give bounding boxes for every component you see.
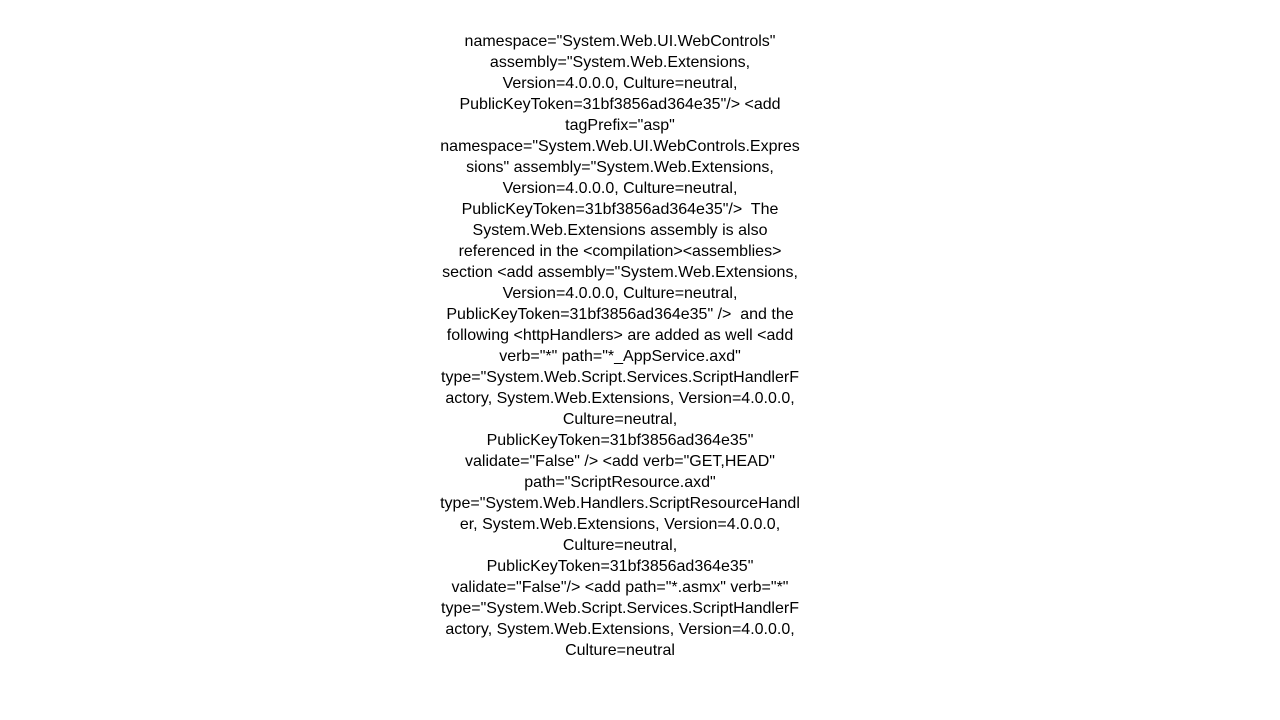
document-scroll-viewport[interactable]: namespace="System.Web.UI.WebControls" as… [0, 0, 1280, 720]
document-text-column: namespace="System.Web.UI.WebControls" as… [439, 0, 801, 703]
config-text-paragraph: namespace="System.Web.UI.WebControls" as… [440, 33, 803, 659]
document-scroll-content: namespace="System.Web.UI.WebControls" as… [0, 0, 1280, 703]
